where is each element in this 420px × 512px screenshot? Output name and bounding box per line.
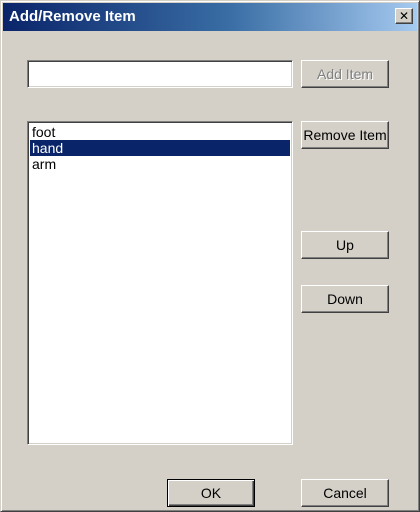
add-remove-item-dialog: Add/Remove Item ✕ Add Item foot hand arm… [0,0,420,512]
items-listbox[interactable]: foot hand arm [27,121,293,445]
remove-item-button[interactable]: Remove Item [301,121,389,149]
list-item-hand[interactable]: hand [30,140,290,156]
up-button[interactable]: Up [301,231,389,259]
ok-button[interactable]: OK [167,479,255,507]
list-item-arm[interactable]: arm [30,156,290,172]
list-item-foot[interactable]: foot [30,124,290,140]
close-icon[interactable]: ✕ [395,8,413,24]
item-text-field[interactable] [27,60,293,88]
down-button[interactable]: Down [301,285,389,313]
add-item-button[interactable]: Add Item [301,60,389,88]
title-bar[interactable]: Add/Remove Item ✕ [3,3,417,31]
item-input[interactable] [28,61,292,87]
cancel-button[interactable]: Cancel [301,479,389,507]
dialog-title: Add/Remove Item [9,8,136,25]
